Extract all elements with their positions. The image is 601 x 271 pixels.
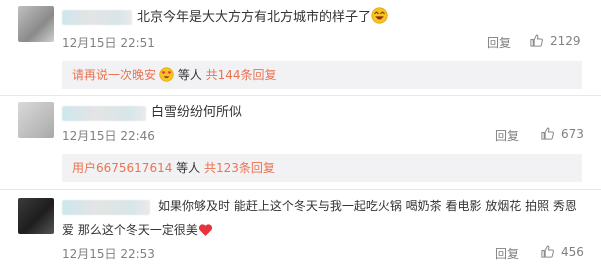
- avatar[interactable]: [18, 198, 54, 234]
- heart-eyes-face-icon: [159, 64, 174, 92]
- sub-replies-link[interactable]: 请再说一次晚安 等人 共144条回复: [62, 61, 582, 89]
- comment-time: 12月15日 22:46: [62, 129, 155, 143]
- thumbs-up-icon: [541, 245, 554, 258]
- like-count: 456: [561, 244, 584, 259]
- sub-reply-suffix: 等人: [174, 68, 206, 82]
- sub-reply-count[interactable]: 共144条回复: [206, 68, 277, 82]
- sub-reply-author[interactable]: 请再说一次晚安: [62, 68, 156, 82]
- comment-text-line-1: 如果你够及时 能赶上这个冬天与我一起吃火锅 喝奶茶 看电影 放烟花 拍照 秀恩: [158, 199, 577, 213]
- sub-replies-link[interactable]: 用户6675617614 等人 共123条回复: [62, 154, 582, 182]
- like-button[interactable]: 673: [540, 126, 584, 141]
- comment-text: 北京今年是大大方方有北方城市的样子了: [137, 7, 388, 30]
- sub-reply-count[interactable]: 共123条回复: [204, 161, 275, 175]
- comment-text-line-2: 爱 那么这个冬天一定很美: [62, 221, 213, 243]
- sub-reply-suffix: 等人: [172, 161, 204, 175]
- thumbs-up-icon: [541, 127, 554, 140]
- avatar[interactable]: [18, 102, 54, 138]
- comment-item: 白雪纷纷何所似 12月15日 22:46 回复 673 用户6675617614…: [0, 96, 601, 188]
- username[interactable]: [62, 10, 132, 25]
- comment-time: 12月15日 22:51: [62, 36, 155, 50]
- thumbs-up-icon: [530, 34, 543, 47]
- like-count: 673: [561, 126, 584, 141]
- like-button[interactable]: 2129: [529, 33, 581, 48]
- like-button[interactable]: 456: [540, 244, 584, 259]
- avatar[interactable]: [18, 6, 54, 42]
- username[interactable]: [62, 200, 150, 215]
- reply-button[interactable]: 回复: [487, 34, 511, 51]
- reply-button[interactable]: 回复: [495, 245, 519, 262]
- like-count: 2129: [550, 33, 581, 48]
- comment-text: 白雪纷纷何所似: [151, 105, 243, 120]
- reply-button[interactable]: 回复: [495, 127, 519, 144]
- comment-item: 如果你够及时 能赶上这个冬天与我一起吃火锅 喝奶茶 看电影 放烟花 拍照 秀恩 …: [0, 190, 601, 271]
- comment-item: 北京今年是大大方方有北方城市的样子了 12月15日 22:51 回复 2129 …: [0, 0, 601, 94]
- laughing-face-icon: [371, 7, 388, 30]
- sub-reply-author[interactable]: 用户6675617614: [62, 161, 172, 175]
- red-heart-icon: [198, 223, 213, 243]
- comment-time: 12月15日 22:53: [62, 247, 155, 261]
- username[interactable]: [62, 106, 146, 121]
